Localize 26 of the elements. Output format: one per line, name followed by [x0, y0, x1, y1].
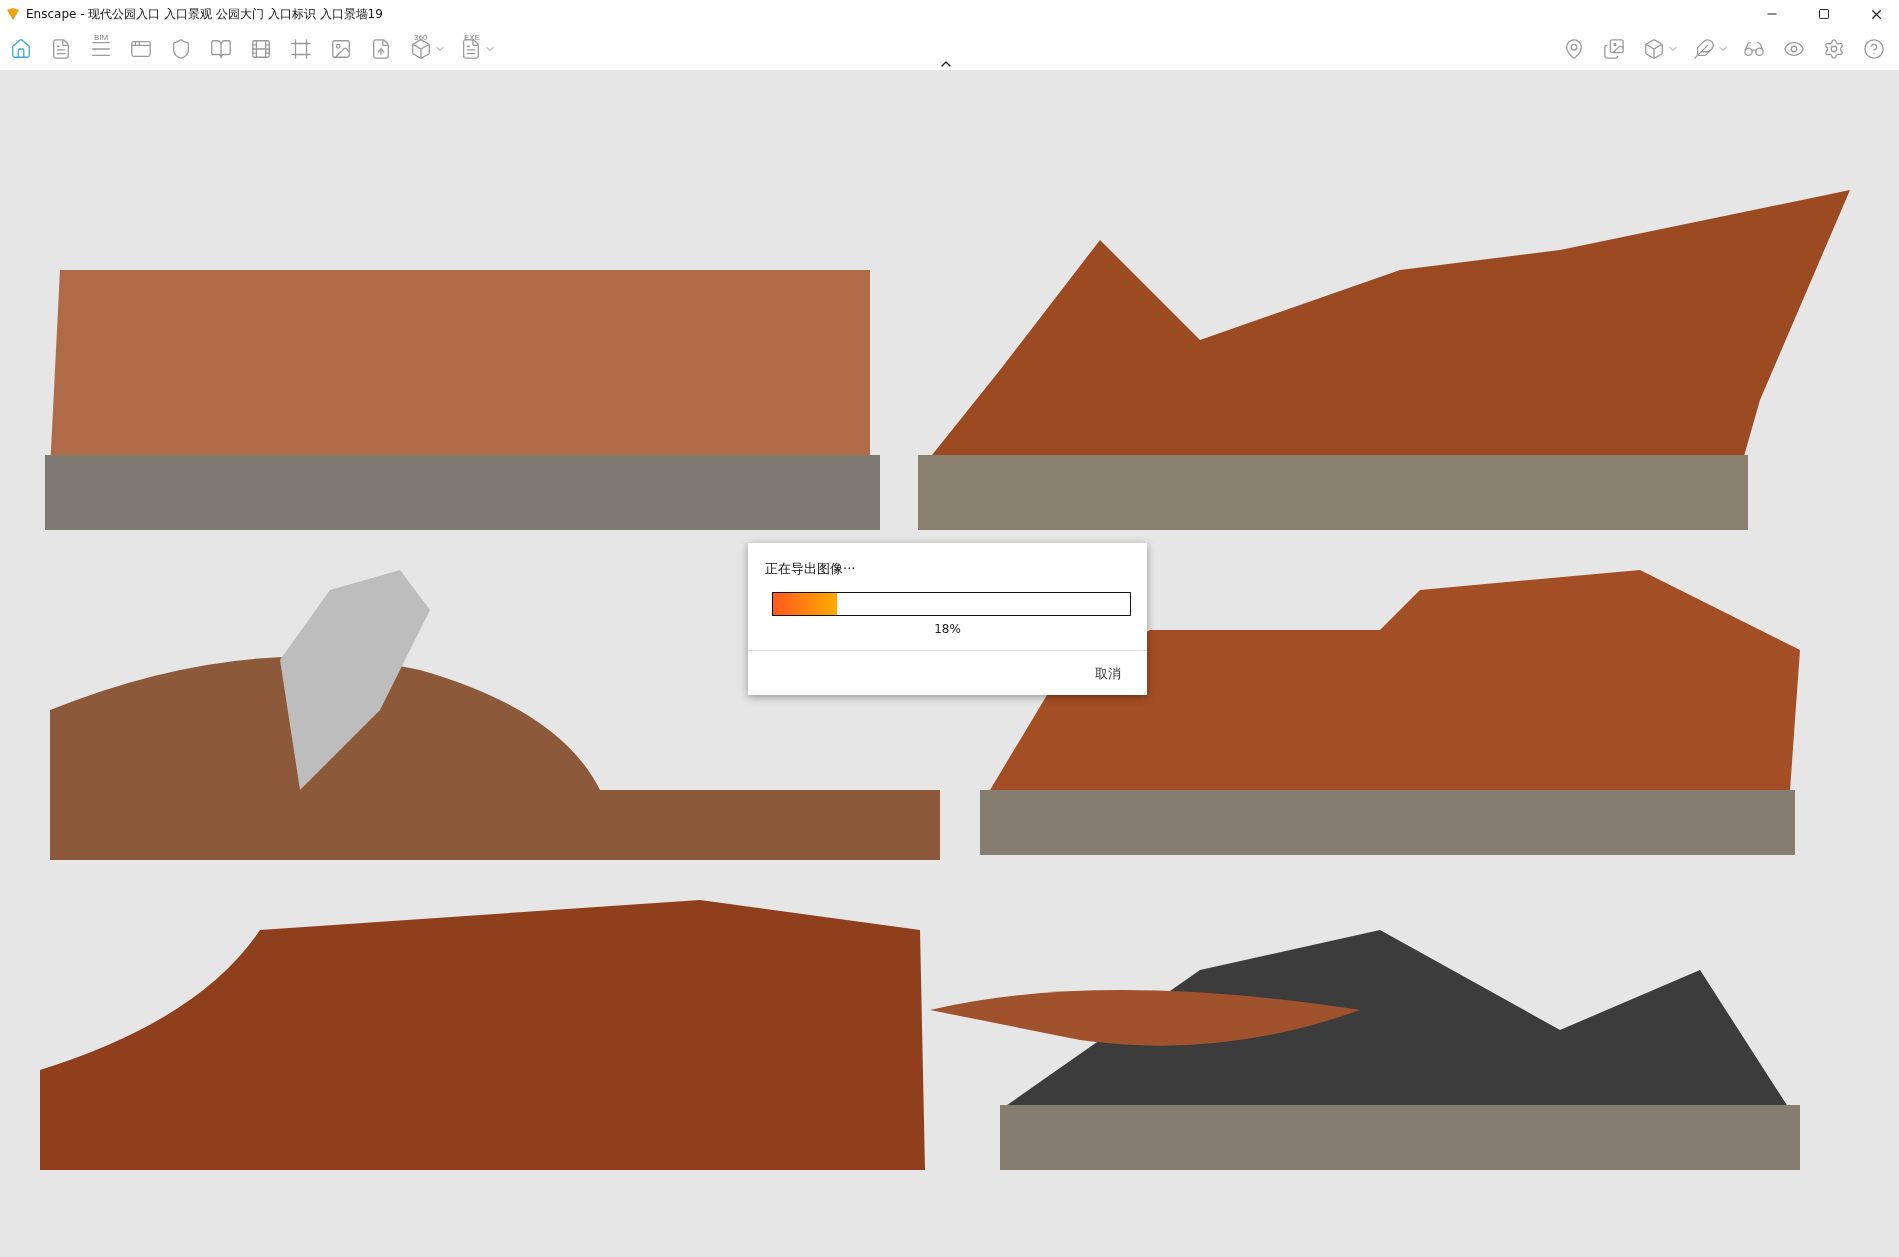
images-icon [1603, 38, 1625, 60]
shield-icon [170, 38, 192, 60]
image-icon [330, 38, 352, 60]
exe-file-button[interactable]: EXE [456, 32, 500, 66]
dialog-message: 正在导出图像··· [765, 560, 857, 578]
icon-label: BIM [94, 33, 109, 42]
film-reel-icon [250, 38, 272, 60]
frame-icon [290, 38, 312, 60]
map-pin-icon [1563, 38, 1585, 60]
window-title: Enscape - 现代公园入口 入口景观 公园大门 入口标识 入口景墙19 [26, 5, 384, 23]
icon-label: 360 [414, 33, 428, 42]
panorama-button[interactable]: 360 [406, 32, 450, 66]
settings-icon [1823, 38, 1845, 60]
maximize-icon [1818, 8, 1830, 20]
help-icon [1863, 38, 1885, 60]
cube-icon [1643, 38, 1665, 60]
icon-label: EXE [464, 33, 480, 42]
notes-icon [50, 38, 72, 60]
progress-percent: 18% [934, 622, 961, 636]
home-icon [10, 38, 32, 60]
cancel-button[interactable]: 取消 [1095, 665, 1121, 683]
exe-file-icon [460, 38, 482, 60]
book-icon [210, 38, 232, 60]
app-logo-icon [6, 7, 20, 21]
file-upload-icon [370, 38, 392, 60]
bim-button[interactable]: BIM [86, 32, 120, 66]
